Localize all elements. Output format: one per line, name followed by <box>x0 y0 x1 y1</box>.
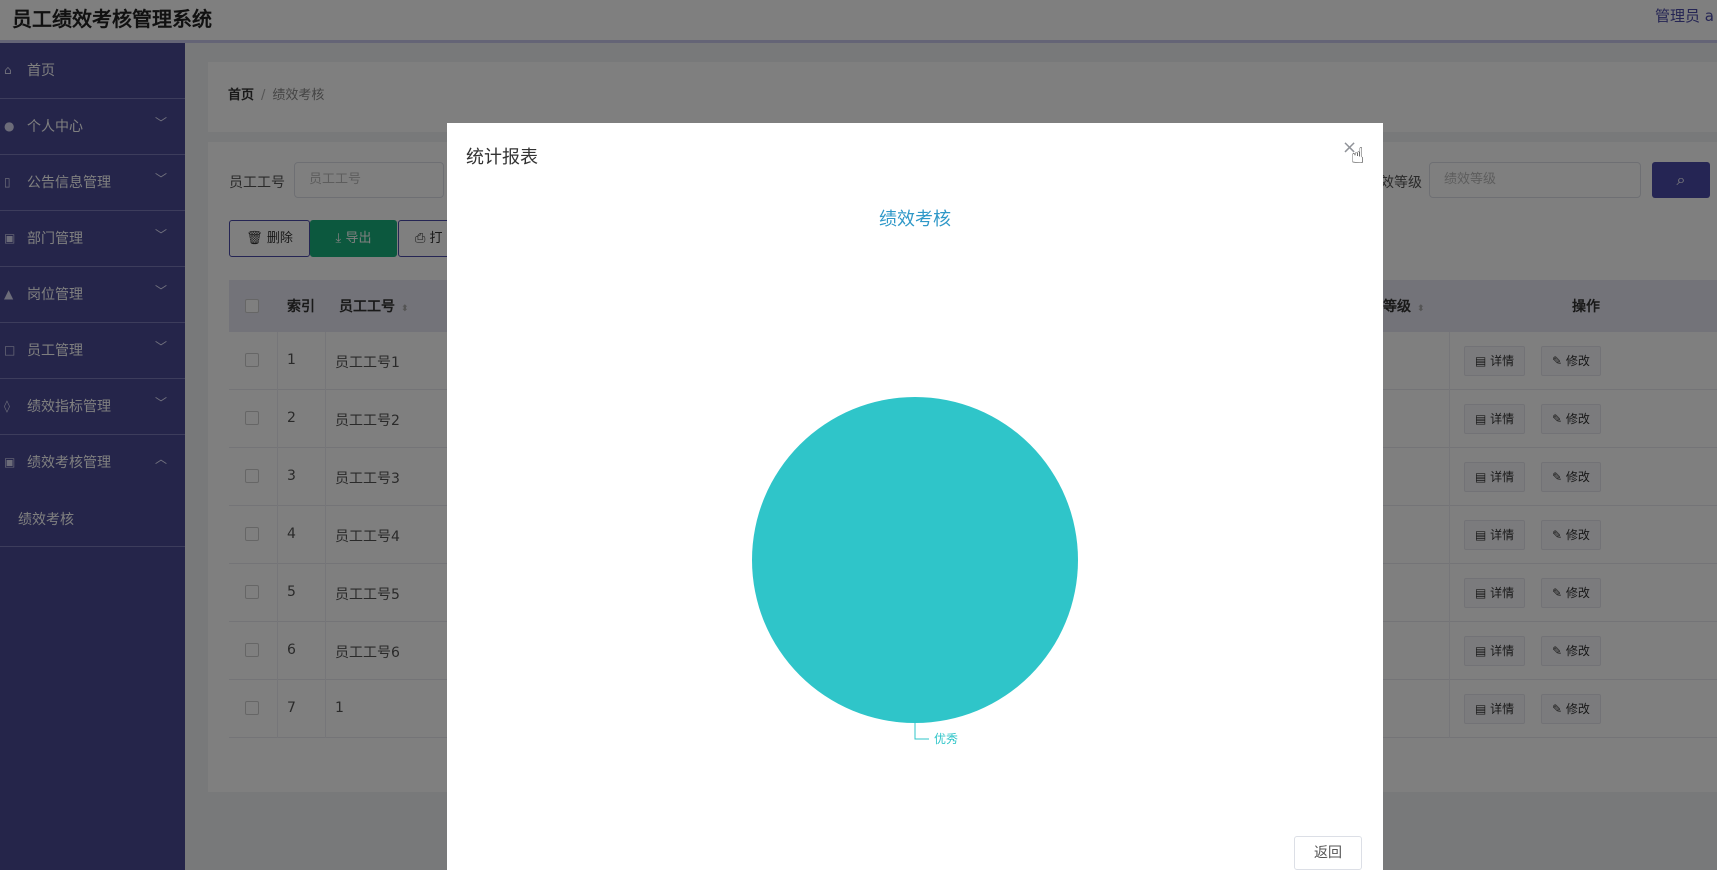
pie-chart: 优秀 <box>752 397 1078 746</box>
pie-slice-label: 优秀 <box>934 732 958 746</box>
return-button[interactable]: 返回 <box>1294 836 1362 870</box>
stats-report-dialog: 统计报表 × ☝ 绩效考核 优秀 返回 <box>447 123 1383 870</box>
pie-slice[interactable] <box>752 397 1078 723</box>
pie-label-line <box>914 723 929 740</box>
